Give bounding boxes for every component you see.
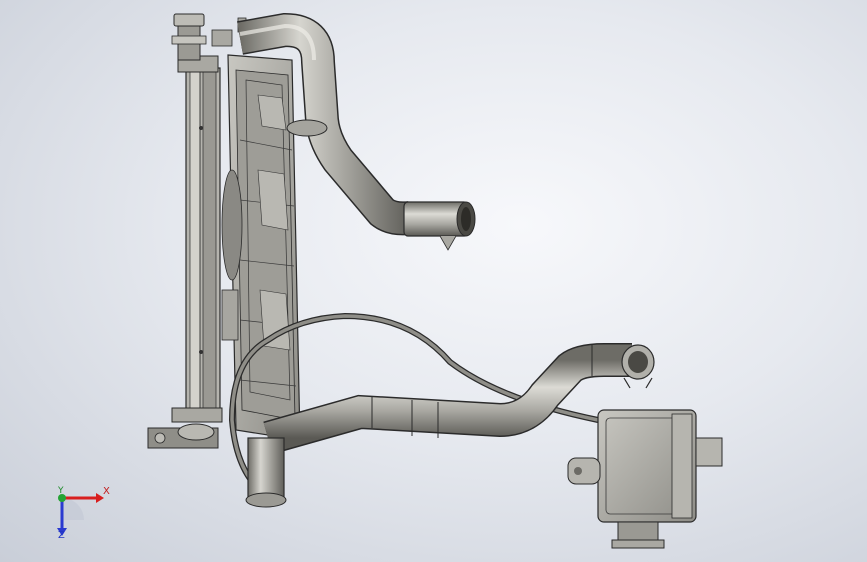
coolant-expansion-tank[interactable] xyxy=(567,409,723,549)
triad-plane-icon xyxy=(62,498,84,520)
x-axis-label: X xyxy=(103,486,110,497)
radiator-core[interactable] xyxy=(171,55,223,423)
radiator-cap[interactable] xyxy=(171,13,247,61)
lower-radiator-hose[interactable] xyxy=(263,343,655,455)
y-axis-label: Y xyxy=(58,486,64,496)
radiator-cooling-assembly[interactable] xyxy=(0,0,867,562)
lower-outlet-fitting[interactable] xyxy=(147,423,287,508)
z-axis-label: Z xyxy=(58,530,65,541)
3d-viewport[interactable]: X Y Z xyxy=(0,0,867,562)
